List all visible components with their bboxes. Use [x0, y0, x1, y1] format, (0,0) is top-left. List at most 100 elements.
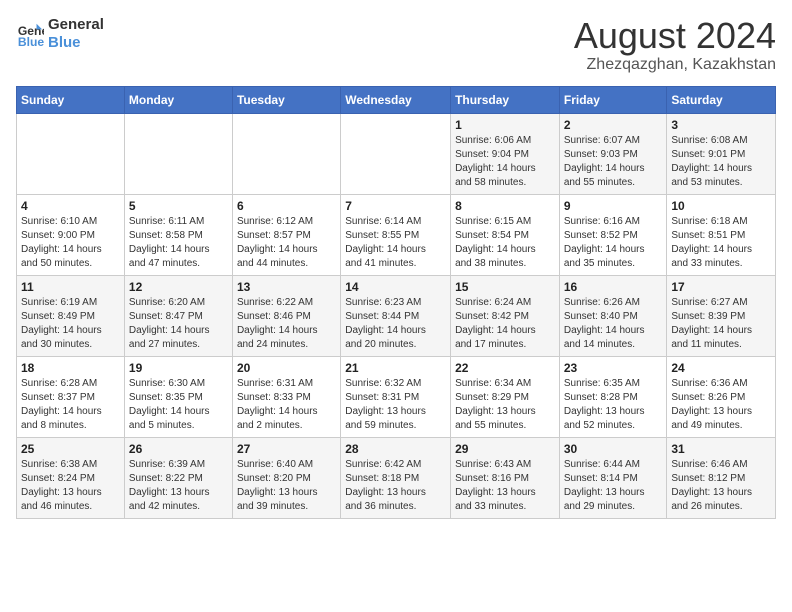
logo: General Blue GeneralBlue	[16, 16, 104, 52]
calendar-cell: 3 Sunrise: 6:08 AM Sunset: 9:01 PM Daylig…	[667, 113, 776, 194]
day-detail: Sunrise: 6:12 AM Sunset: 8:57 PM Dayligh…	[237, 215, 336, 271]
day-detail: Sunrise: 6:44 AM Sunset: 8:14 PM Dayligh…	[564, 458, 663, 514]
calendar-cell: 9 Sunrise: 6:16 AM Sunset: 8:52 PM Daylig…	[559, 194, 667, 275]
day-number: 27	[237, 442, 336, 456]
day-number: 30	[564, 442, 663, 456]
day-detail: Sunrise: 6:08 AM Sunset: 9:01 PM Dayligh…	[671, 134, 771, 190]
calendar-cell: 29Sunrise: 6:43 AM Sunset: 8:16 PM Dayli…	[451, 437, 560, 518]
calendar-cell: 28 Sunrise: 6:42 AM Sunset: 8:18 PM Dayli…	[341, 437, 451, 518]
calendar-cell: 27 Sunrise: 6:40 AM Sunset: 8:20 PM Dayli…	[232, 437, 340, 518]
calendar-cell: 25 Sunrise: 6:38 AM Sunset: 8:24 PM Dayli…	[17, 437, 125, 518]
day-detail: Sunrise: 6:31 AM Sunset: 8:33 PM Dayligh…	[237, 377, 336, 433]
week-row-3: 11 Sunrise: 6:19 AM Sunset: 8:49 PM Dayli…	[17, 275, 776, 356]
day-detail: Sunrise: 6:35 AM Sunset: 8:28 PM Dayligh…	[564, 377, 663, 433]
calendar-cell: 23 Sunrise: 6:35 AM Sunset: 8:28 PM Dayli…	[559, 356, 667, 437]
day-number: 19	[129, 361, 228, 375]
calendar-cell: 21 Sunrise: 6:32 AM Sunset: 8:31 PM Dayli…	[341, 356, 451, 437]
day-number: 23	[564, 361, 663, 375]
calendar-cell: 2 Sunrise: 6:07 AM Sunset: 9:03 PM Daylig…	[559, 113, 667, 194]
day-detail: Sunrise: 6:43 AM Sunset: 8:16 PM Dayligh…	[455, 458, 555, 514]
weekday-header-sunday: Sunday	[17, 86, 125, 113]
day-number: 20	[237, 361, 336, 375]
calendar-cell: 26 Sunrise: 6:39 AM Sunset: 8:22 PM Dayli…	[124, 437, 232, 518]
day-number: 11	[21, 280, 120, 294]
week-row-2: 4 Sunrise: 6:10 AM Sunset: 9:00 PM Daylig…	[17, 194, 776, 275]
calendar-cell: 17Sunrise: 6:27 AM Sunset: 8:39 PM Dayli…	[667, 275, 776, 356]
calendar-cell: 8Sunrise: 6:15 AM Sunset: 8:54 PM Daylig…	[451, 194, 560, 275]
weekday-header-wednesday: Wednesday	[341, 86, 451, 113]
calendar-cell: 1Sunrise: 6:06 AM Sunset: 9:04 PM Daylig…	[451, 113, 560, 194]
calendar-cell: 10Sunrise: 6:18 AM Sunset: 8:51 PM Dayli…	[667, 194, 776, 275]
day-number: 9	[564, 199, 663, 213]
logo-icon: General Blue	[16, 20, 44, 48]
page-header: General Blue GeneralBlue August 2024 Zhe…	[16, 16, 776, 74]
day-detail: Sunrise: 6:11 AM Sunset: 8:58 PM Dayligh…	[129, 215, 228, 271]
day-detail: Sunrise: 6:34 AM Sunset: 8:29 PM Dayligh…	[455, 377, 555, 433]
day-number: 3	[671, 118, 771, 132]
day-detail: Sunrise: 6:27 AM Sunset: 8:39 PM Dayligh…	[671, 296, 771, 352]
day-detail: Sunrise: 6:39 AM Sunset: 8:22 PM Dayligh…	[129, 458, 228, 514]
day-detail: Sunrise: 6:38 AM Sunset: 8:24 PM Dayligh…	[21, 458, 120, 514]
calendar-cell: 19 Sunrise: 6:30 AM Sunset: 8:35 PM Dayli…	[124, 356, 232, 437]
day-number: 25	[21, 442, 120, 456]
title-block: August 2024 Zhezqazghan, Kazakhstan	[574, 16, 776, 74]
day-detail: Sunrise: 6:32 AM Sunset: 8:31 PM Dayligh…	[345, 377, 446, 433]
day-number: 8	[455, 199, 555, 213]
day-detail: Sunrise: 6:46 AM Sunset: 8:12 PM Dayligh…	[671, 458, 771, 514]
day-number: 28	[345, 442, 446, 456]
calendar-cell: 16Sunrise: 6:26 AM Sunset: 8:40 PM Dayli…	[559, 275, 667, 356]
weekday-header-monday: Monday	[124, 86, 232, 113]
weekday-header-saturday: Saturday	[667, 86, 776, 113]
day-number: 24	[671, 361, 771, 375]
weekday-header-thursday: Thursday	[451, 86, 560, 113]
week-row-1: 1Sunrise: 6:06 AM Sunset: 9:04 PM Daylig…	[17, 113, 776, 194]
calendar-cell	[232, 113, 340, 194]
calendar-cell	[17, 113, 125, 194]
day-number: 4	[21, 199, 120, 213]
svg-text:Blue: Blue	[18, 35, 44, 48]
day-detail: Sunrise: 6:07 AM Sunset: 9:03 PM Dayligh…	[564, 134, 663, 190]
day-detail: Sunrise: 6:30 AM Sunset: 8:35 PM Dayligh…	[129, 377, 228, 433]
day-detail: Sunrise: 6:36 AM Sunset: 8:26 PM Dayligh…	[671, 377, 771, 433]
calendar-cell: 13 Sunrise: 6:22 AM Sunset: 8:46 PM Dayli…	[232, 275, 340, 356]
day-number: 26	[129, 442, 228, 456]
calendar-cell: 7 Sunrise: 6:14 AM Sunset: 8:55 PM Daylig…	[341, 194, 451, 275]
calendar-table: SundayMondayTuesdayWednesdayThursdayFrid…	[16, 86, 776, 519]
calendar-cell: 31Sunrise: 6:46 AM Sunset: 8:12 PM Dayli…	[667, 437, 776, 518]
main-title: August 2024	[574, 16, 776, 56]
day-detail: Sunrise: 6:22 AM Sunset: 8:46 PM Dayligh…	[237, 296, 336, 352]
day-number: 5	[129, 199, 228, 213]
day-detail: Sunrise: 6:26 AM Sunset: 8:40 PM Dayligh…	[564, 296, 663, 352]
weekday-header-tuesday: Tuesday	[232, 86, 340, 113]
weekday-header-friday: Friday	[559, 86, 667, 113]
day-detail: Sunrise: 6:16 AM Sunset: 8:52 PM Dayligh…	[564, 215, 663, 271]
day-detail: Sunrise: 6:19 AM Sunset: 8:49 PM Dayligh…	[21, 296, 120, 352]
day-detail: Sunrise: 6:24 AM Sunset: 8:42 PM Dayligh…	[455, 296, 555, 352]
day-detail: Sunrise: 6:42 AM Sunset: 8:18 PM Dayligh…	[345, 458, 446, 514]
day-detail: Sunrise: 6:10 AM Sunset: 9:00 PM Dayligh…	[21, 215, 120, 271]
calendar-cell: 5 Sunrise: 6:11 AM Sunset: 8:58 PM Daylig…	[124, 194, 232, 275]
day-detail: Sunrise: 6:06 AM Sunset: 9:04 PM Dayligh…	[455, 134, 555, 190]
day-number: 2	[564, 118, 663, 132]
day-detail: Sunrise: 6:20 AM Sunset: 8:47 PM Dayligh…	[129, 296, 228, 352]
calendar-cell: 22Sunrise: 6:34 AM Sunset: 8:29 PM Dayli…	[451, 356, 560, 437]
weekday-header-row: SundayMondayTuesdayWednesdayThursdayFrid…	[17, 86, 776, 113]
calendar-cell: 11 Sunrise: 6:19 AM Sunset: 8:49 PM Dayli…	[17, 275, 125, 356]
day-number: 14	[345, 280, 446, 294]
day-detail: Sunrise: 6:40 AM Sunset: 8:20 PM Dayligh…	[237, 458, 336, 514]
calendar-cell: 14Sunrise: 6:23 AM Sunset: 8:44 PM Dayli…	[341, 275, 451, 356]
day-number: 13	[237, 280, 336, 294]
subtitle: Zhezqazghan, Kazakhstan	[574, 56, 776, 74]
logo-text: GeneralBlue	[48, 16, 104, 52]
calendar-cell: 24 Sunrise: 6:36 AM Sunset: 8:26 PM Dayli…	[667, 356, 776, 437]
calendar-cell: 30 Sunrise: 6:44 AM Sunset: 8:14 PM Dayli…	[559, 437, 667, 518]
calendar-cell: 20 Sunrise: 6:31 AM Sunset: 8:33 PM Dayli…	[232, 356, 340, 437]
day-number: 12	[129, 280, 228, 294]
day-detail: Sunrise: 6:28 AM Sunset: 8:37 PM Dayligh…	[21, 377, 120, 433]
calendar-cell	[341, 113, 451, 194]
week-row-5: 25 Sunrise: 6:38 AM Sunset: 8:24 PM Dayli…	[17, 437, 776, 518]
day-number: 7	[345, 199, 446, 213]
day-detail: Sunrise: 6:14 AM Sunset: 8:55 PM Dayligh…	[345, 215, 446, 271]
day-number: 21	[345, 361, 446, 375]
day-number: 15	[455, 280, 555, 294]
